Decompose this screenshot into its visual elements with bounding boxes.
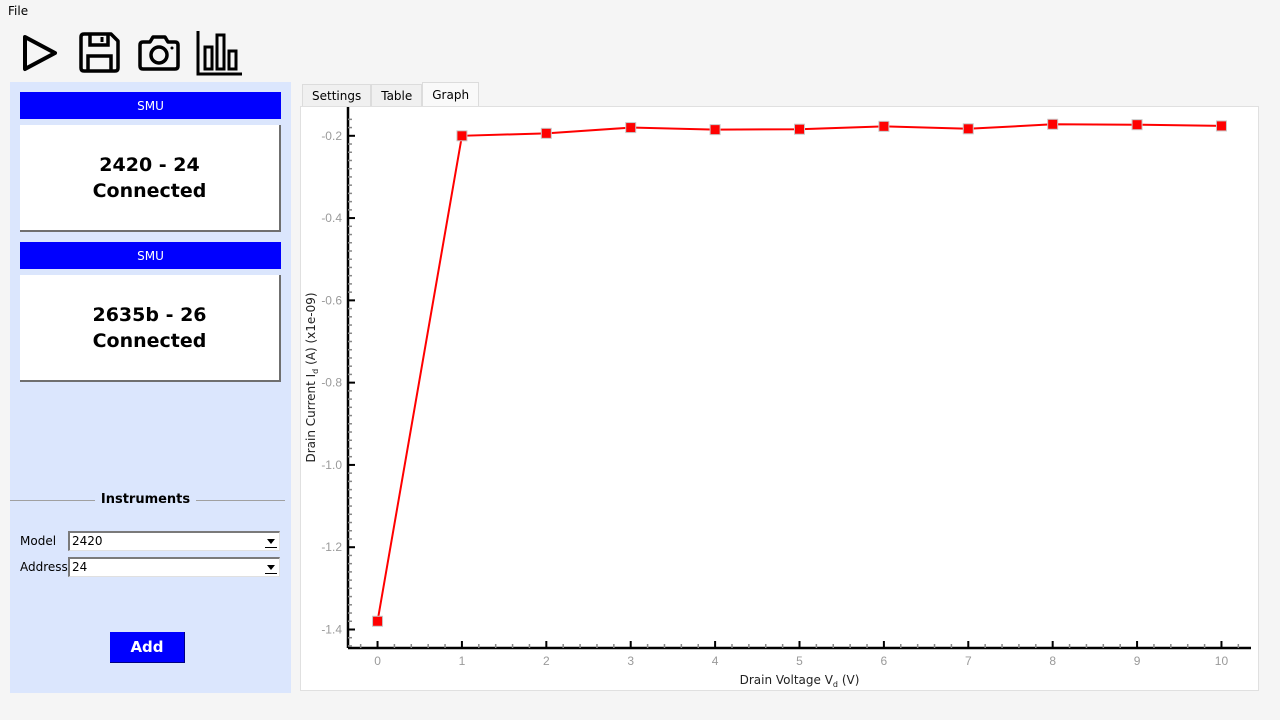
model-label: Model [20, 534, 57, 548]
graph-panel: -0.2 -0.4 -0.6 -0.8 -1.0 -1.2 -1.4 0 1 2 3 4 5 6 7 8 9 10… [300, 106, 1259, 691]
x-tick-label: 7 [965, 654, 972, 668]
tab-graph[interactable]: Graph [422, 82, 480, 107]
data-point-marker [1215, 120, 1227, 132]
run-button[interactable] [14, 28, 64, 78]
address-value: 24 [72, 560, 88, 574]
data-point-marker [625, 122, 637, 134]
y-tick-label: -0.2 [321, 129, 342, 143]
instrument-id: 2635b - 26 [92, 303, 207, 326]
tab-table[interactable]: Table [371, 84, 423, 107]
y-tick-label: -1.0 [321, 458, 342, 472]
camera-icon [138, 35, 180, 71]
tab-bar: Settings Table Graph [302, 82, 480, 107]
x-tick-label: 1 [459, 654, 466, 668]
y-tick-label: -0.8 [321, 376, 342, 390]
menu-bar: File [0, 0, 1280, 22]
chart-button[interactable] [194, 28, 244, 78]
instrument-sidebar: SMU 2420 - 24 Connected SMU 2635b - 26 C… [10, 82, 291, 693]
tab-settings[interactable]: Settings [302, 84, 372, 107]
data-point-marker [456, 130, 468, 142]
x-axis-label: Drain Voltage Vd (V) [740, 673, 860, 689]
data-point-marker [1047, 118, 1059, 130]
add-instrument-button[interactable]: Add [110, 632, 185, 663]
chevron-down-icon[interactable] [265, 535, 277, 548]
series-line [376, 123, 1222, 622]
menu-file[interactable]: File [8, 4, 28, 18]
x-tick-label: 5 [796, 654, 803, 668]
x-tick-label: 3 [627, 654, 634, 668]
model-select[interactable]: 2420 [68, 531, 280, 551]
y-tick-label: -1.4 [321, 622, 342, 636]
y-axis-label: Drain Current Id (A) (x1e-09) [304, 292, 320, 462]
x-tick-label: 2 [543, 654, 550, 668]
save-icon [79, 32, 120, 73]
instrument-card[interactable]: 2420 - 24 Connected [20, 125, 281, 232]
data-point-marker [794, 123, 805, 135]
x-tick-label: 0 [374, 654, 381, 668]
y-tick-label: -0.6 [321, 293, 342, 307]
instrument-status: Connected [92, 329, 207, 352]
play-icon [23, 35, 57, 71]
x-tick-label: 9 [1134, 654, 1141, 668]
x-tick-label: 6 [881, 654, 888, 668]
chevron-down-icon[interactable] [265, 561, 277, 574]
instrument-status: Connected [92, 179, 207, 202]
instruments-group-title: Instruments [10, 492, 281, 507]
y-tick-label: -1.2 [321, 540, 342, 554]
address-label: Address [20, 560, 68, 574]
toolbar [14, 28, 244, 78]
instrument-type-header: SMU [20, 242, 281, 269]
data-point-marker [1131, 119, 1143, 131]
instrument-card[interactable]: 2635b - 26 Connected [20, 275, 281, 382]
address-select[interactable]: 24 [68, 557, 280, 577]
screenshot-button[interactable] [134, 28, 184, 78]
data-point-marker [878, 120, 890, 132]
data-point-marker [540, 127, 552, 139]
data-point-marker [709, 124, 721, 136]
data-point-marker [372, 615, 384, 627]
x-tick-label: 8 [1049, 654, 1056, 668]
y-tick-label: -0.4 [321, 211, 342, 225]
bar-chart-icon [196, 31, 242, 76]
x-tick-label: 4 [712, 654, 719, 668]
instrument-id: 2420 - 24 [99, 153, 200, 176]
x-tick-label: 10 [1215, 654, 1229, 668]
save-button[interactable] [74, 28, 124, 78]
model-value: 2420 [72, 534, 103, 548]
chart[interactable]: -0.2 -0.4 -0.6 -0.8 -1.0 -1.2 -1.4 0 1 2 3 4 5 6 7 8 9 10… [301, 107, 1258, 690]
instrument-type-header: SMU [20, 92, 281, 119]
data-point-marker [962, 123, 974, 135]
